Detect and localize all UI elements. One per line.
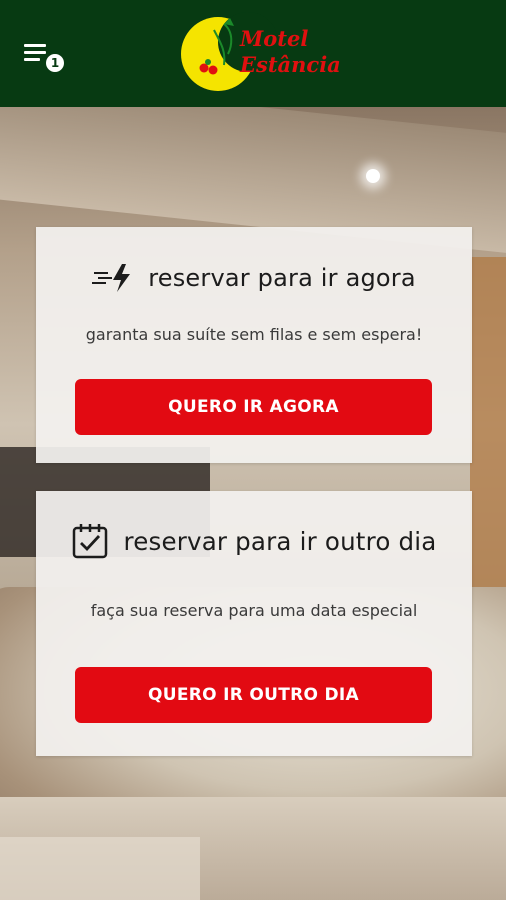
menu-icon-line (24, 51, 46, 54)
card-reserve-now: reservar para ir agora garanta sua suíte… (36, 227, 472, 463)
menu-button[interactable]: 1 (22, 40, 68, 74)
card-title: reservar para ir outro dia (123, 526, 437, 556)
card-title: reservar para ir agora (148, 264, 416, 292)
logo-text-motel: Motel (240, 26, 309, 51)
menu-icon-line (24, 44, 46, 47)
card-reserve-other-day: reservar para ir outro dia faça sua rese… (36, 491, 472, 756)
logo-text-estancia: Estância (240, 52, 341, 77)
notification-badge: 1 (44, 52, 66, 74)
go-now-button[interactable]: QUERO IR AGORA (75, 379, 432, 435)
lightning-speed-icon (92, 264, 131, 292)
app-header: 1 Motel Estância (0, 0, 506, 107)
card-subtitle: garanta sua suíte sem filas e sem espera… (85, 325, 423, 344)
menu-icon-line (24, 58, 40, 61)
calendar-check-icon (73, 524, 108, 559)
card-subtitle: faça sua reserva para uma data especial (90, 601, 418, 620)
go-other-day-button[interactable]: QUERO IR OUTRO DIA (75, 667, 432, 723)
card-header: reservar para ir agora (36, 261, 472, 295)
motel-logo: Motel Estância (180, 10, 341, 96)
card-header: reservar para ir outro dia (36, 521, 472, 561)
